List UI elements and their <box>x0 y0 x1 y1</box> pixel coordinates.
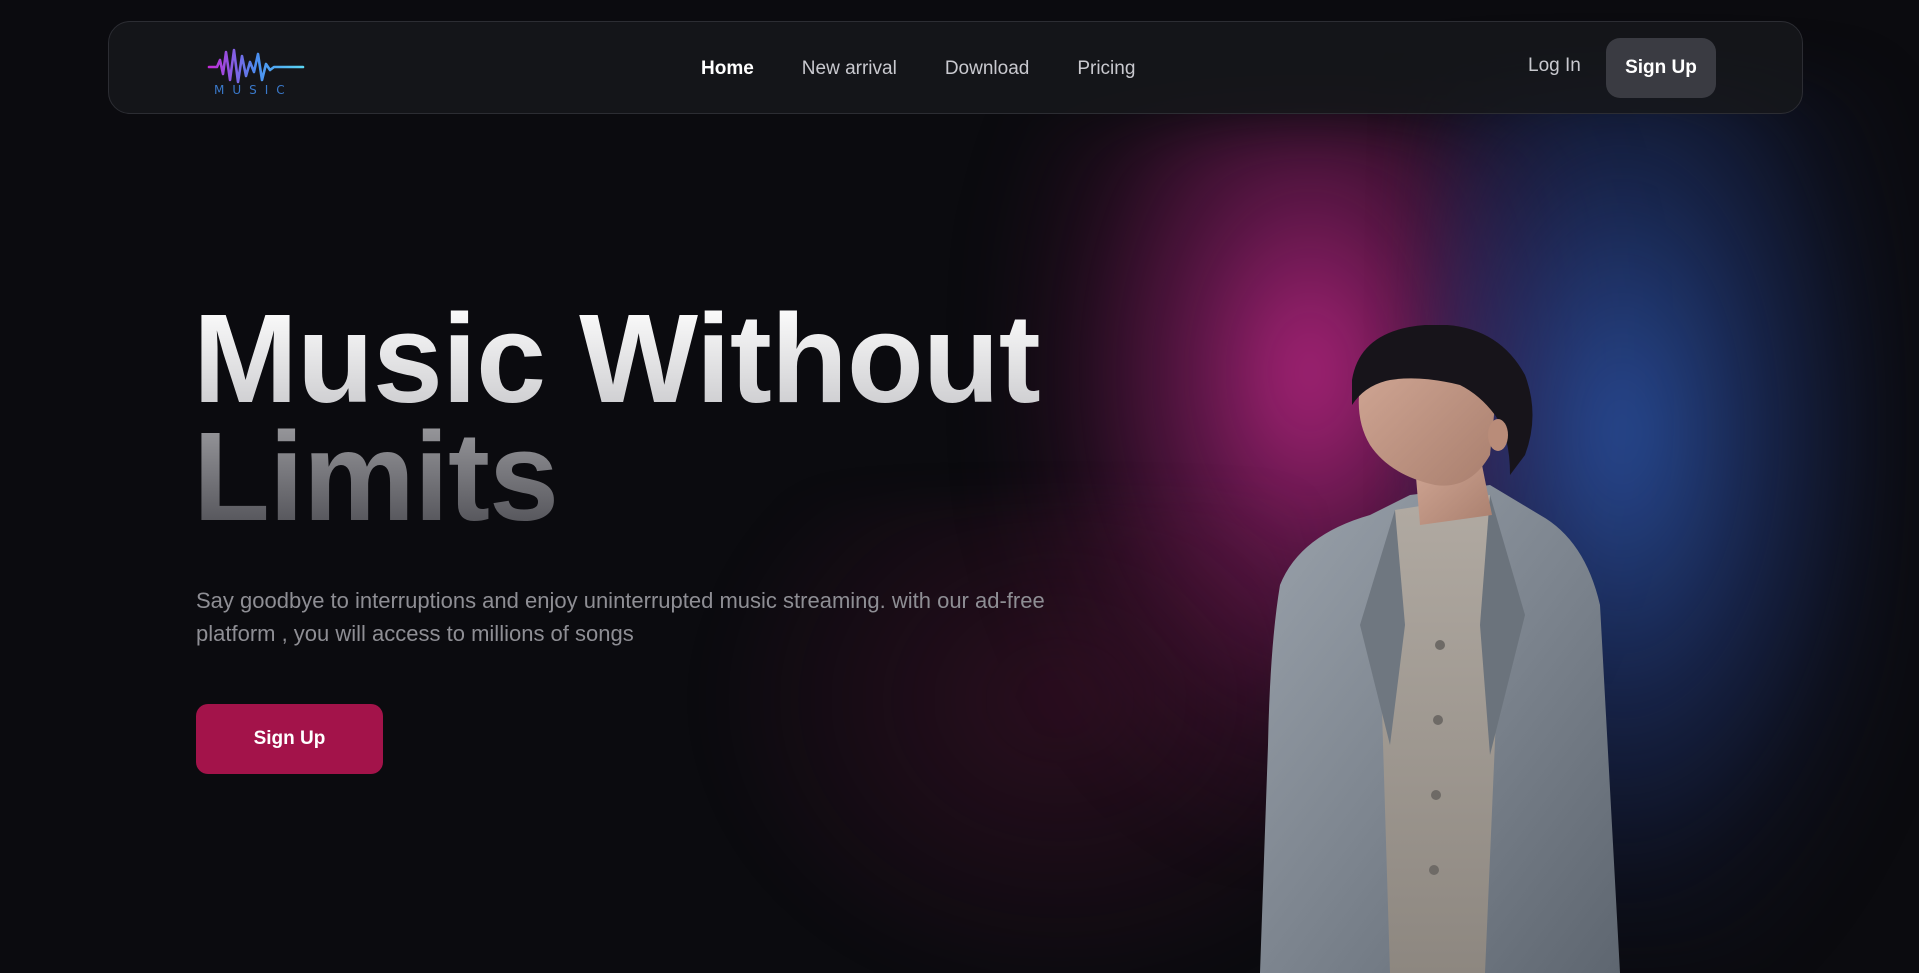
logo-text: MUSIC <box>214 83 293 97</box>
landing-page: MUSIC Home New arrival Download Pricing … <box>0 0 1919 973</box>
signup-button-hero[interactable]: Sign Up <box>196 704 383 774</box>
music-logo[interactable]: MUSIC <box>207 46 307 97</box>
hero-person-image <box>1260 325 1620 973</box>
top-navbar: MUSIC Home New arrival Download Pricing … <box>108 21 1803 114</box>
dark-glow <box>700 500 1300 973</box>
signup-button-nav[interactable]: Sign Up <box>1606 38 1716 98</box>
nav-link-download[interactable]: Download <box>945 58 1030 80</box>
hero-title-line2: Limits <box>193 414 1040 540</box>
hero-title-line1: Music Without <box>193 288 1041 429</box>
main-nav: Home New arrival Download Pricing <box>701 22 1183 115</box>
hero-subtitle: Say goodbye to interruptions and enjoy u… <box>196 588 1045 646</box>
login-link[interactable]: Log In <box>1528 55 1581 77</box>
hero-title: Music Without Limits <box>193 288 1041 540</box>
nav-link-new-arrival[interactable]: New arrival <box>802 58 897 80</box>
nav-link-home[interactable]: Home <box>701 58 754 80</box>
nav-link-pricing[interactable]: Pricing <box>1077 58 1135 80</box>
